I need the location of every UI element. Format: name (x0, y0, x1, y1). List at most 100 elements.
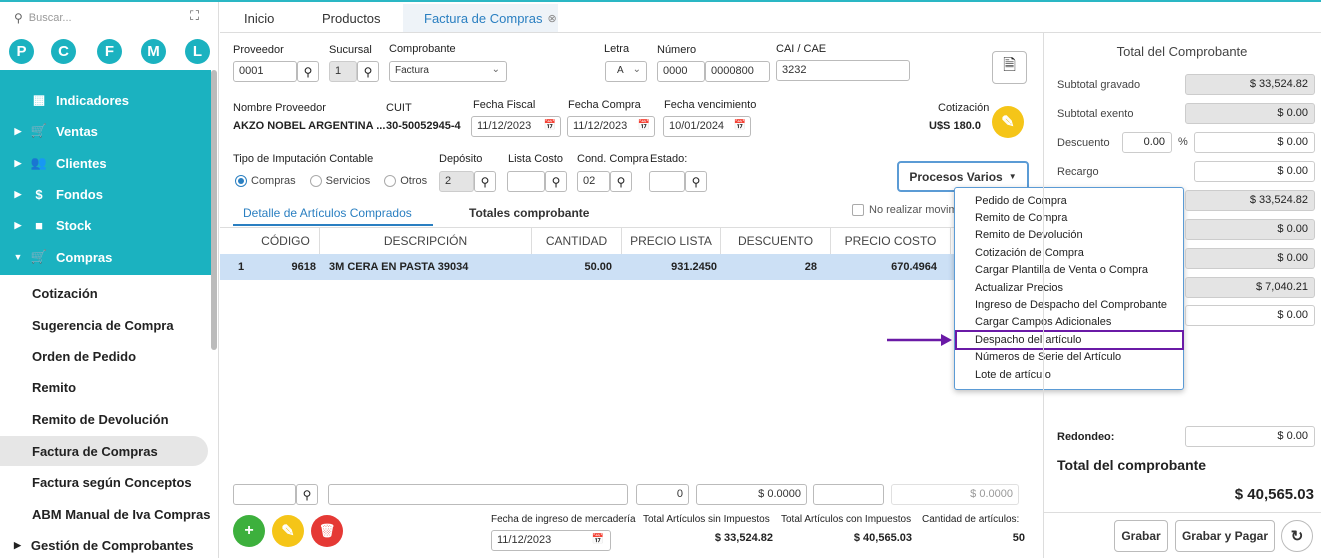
redondeo-input[interactable]: $ 0.00 (1185, 426, 1315, 447)
menu-cotizacion-compra[interactable]: Cotización de Compra (975, 247, 1084, 259)
menu-remito-devolucion[interactable]: Remito de Devolución (975, 229, 1083, 241)
delete-button[interactable]: 🗑 (311, 515, 343, 547)
fecha-fiscal-input[interactable]: 11/12/2023 📅 (471, 116, 561, 137)
numero-punto-input[interactable]: 0000 (657, 61, 705, 82)
calendar-icon[interactable]: 📅 (592, 534, 604, 545)
grabar-pagar-button[interactable]: Grabar y Pagar (1175, 520, 1275, 552)
search-deposito-button[interactable]: ⚲ (474, 171, 496, 192)
no-realizar-checkbox[interactable]: No realizar movim (852, 204, 958, 216)
menu-remito-compra[interactable]: Remito de Compra (975, 212, 1067, 224)
letra-select[interactable]: A ⌄ (605, 61, 647, 82)
calendar-icon[interactable]: 📅 (544, 120, 556, 131)
subtab-detalle[interactable]: Detalle de Artículos Comprados (243, 206, 412, 220)
cell-cantidad[interactable]: 50.00 (532, 255, 612, 279)
numero-input[interactable]: 0000800 (705, 61, 770, 82)
menu-cargar-plantilla[interactable]: Cargar Plantilla de Venta o Compra (975, 264, 1148, 276)
sub-factura-compras[interactable]: Factura de Compras (0, 436, 208, 466)
calendar-icon[interactable]: 📅 (734, 120, 746, 131)
sucursal-input[interactable]: 1 (329, 61, 357, 82)
menu-ingreso-despacho[interactable]: Ingreso de Despacho del Comprobante (975, 299, 1167, 311)
search-lista-button[interactable]: ⚲ (545, 171, 567, 192)
menu-pedido-compra[interactable]: Pedido de Compra (975, 195, 1067, 207)
sub-factura-conceptos[interactable]: Factura según Conceptos (0, 467, 211, 497)
col-descuento[interactable]: DESCUENTO (721, 228, 831, 254)
col-precio-costo[interactable]: PRECIO COSTO (831, 228, 951, 254)
fecha-vencimiento-input[interactable]: 10/01/2024 📅 (663, 116, 751, 137)
menu-despacho-articulo[interactable]: Despacho del artículo (975, 334, 1081, 346)
search-cond-button[interactable]: ⚲ (610, 171, 632, 192)
search-input[interactable]: Buscar... (29, 12, 72, 24)
nav-clientes[interactable]: ▶ 👥 Clientes (0, 148, 211, 178)
deposito-input[interactable]: 2 (439, 171, 474, 192)
tab-factura-compras[interactable]: Factura de Compras ⊗ (403, 4, 558, 32)
edit-button[interactable]: ✎ (272, 515, 304, 547)
recargo-input[interactable]: $ 0.00 (1194, 161, 1315, 182)
sub-cotizacion[interactable]: Cotización (0, 278, 211, 308)
col-codigo[interactable]: CÓDIGO (252, 228, 320, 254)
cell-precio-costo[interactable]: 670.4964 (831, 255, 937, 279)
shortcut-l[interactable]: L (185, 39, 210, 64)
footer-price-input[interactable]: $ 0.0000 (696, 484, 807, 505)
nav-fondos[interactable]: ▶ $ Fondos (0, 179, 211, 209)
cell-precio-lista[interactable]: 931.2450 (622, 255, 717, 279)
radio-servicios[interactable] (309, 175, 322, 187)
nav-stock[interactable]: ▶ ■ Stock (0, 210, 211, 240)
fecha-ingreso-input[interactable]: 11/12/2023 📅 (491, 530, 611, 551)
footer-discount-input[interactable] (813, 484, 884, 505)
search-sucursal-button[interactable]: ⚲ (357, 61, 379, 82)
sub-orden-pedido[interactable]: Orden de Pedido (0, 341, 211, 371)
document-button[interactable]: 🗎 (992, 51, 1027, 84)
radio-compras[interactable] (235, 175, 247, 187)
nav-compras[interactable]: ▼ 🛒 Compras (0, 242, 211, 272)
sidebar-scrollbar[interactable] (211, 70, 217, 350)
add-button[interactable]: + (233, 515, 265, 547)
fecha-compra-input[interactable]: 11/12/2023 📅 (567, 116, 655, 137)
refresh-button[interactable]: ↻ (1281, 520, 1313, 552)
col-cantidad[interactable]: CANTIDAD (532, 228, 622, 254)
cell-descripcion[interactable]: 3M CERA EN PASTA 39034 (329, 255, 468, 279)
footer-description-input[interactable] (328, 484, 628, 505)
grabar-button[interactable]: Grabar (1114, 520, 1168, 552)
sub-sugerencia[interactable]: Sugerencia de Compra (0, 310, 211, 340)
menu-actualizar-precios[interactable]: Actualizar Precios (975, 282, 1063, 294)
search-proveedor-button[interactable]: ⚲ (297, 61, 319, 82)
cell-codigo[interactable]: 9618 (252, 255, 316, 279)
search-box[interactable]: ⚲ Buscar... (14, 11, 72, 25)
cond-compra-input[interactable]: 02 (577, 171, 610, 192)
sub-remito-devolucion[interactable]: Remito de Devolución (0, 404, 211, 434)
close-icon[interactable]: ⊗ (548, 12, 557, 25)
sub-remito[interactable]: Remito (0, 372, 211, 402)
shortcut-p[interactable]: P (9, 39, 34, 64)
calendar-icon[interactable]: 📅 (638, 120, 650, 131)
lista-costo-input[interactable] (507, 171, 545, 192)
tab-productos[interactable]: Productos (322, 4, 381, 32)
cai-input[interactable]: 3232 (776, 60, 910, 81)
tab-inicio[interactable]: Inicio (244, 4, 274, 32)
menu-numeros-serie[interactable]: Números de Serie del Artículo (975, 351, 1121, 363)
comprobante-select[interactable]: Factura ⌄ (389, 61, 507, 82)
proveedor-input[interactable]: 0001 (233, 61, 297, 82)
cell-descuento[interactable]: 28 (721, 255, 817, 279)
shortcut-f[interactable]: F (97, 39, 122, 64)
sub-abm-iva[interactable]: ABM Manual de Iva Compras (0, 499, 211, 529)
sub-gestion[interactable]: ▶ Gestión de Comprobantes (0, 530, 211, 558)
subtab-totales[interactable]: Totales comprobante (469, 206, 589, 220)
radio-otros[interactable] (384, 175, 397, 187)
shortcut-m[interactable]: M (141, 39, 166, 64)
descuento-value-input[interactable]: $ 0.00 (1194, 132, 1315, 153)
total-value-9[interactable]: $ 0.00 (1185, 305, 1315, 326)
nav-ventas[interactable]: ▶ 🛒 Ventas (0, 116, 211, 146)
search-estado-button[interactable]: ⚲ (685, 171, 707, 192)
descuento-pct-input[interactable]: 0.00 (1122, 132, 1172, 153)
shortcut-c[interactable]: C (51, 39, 76, 64)
col-descripcion[interactable]: DESCRIPCIÓN (320, 228, 532, 254)
nav-indicadores[interactable]: ▦ Indicadores (0, 85, 211, 115)
footer-code-input[interactable] (233, 484, 296, 505)
expand-icon[interactable]: ⛶ (190, 8, 199, 24)
checkbox-box[interactable] (852, 204, 864, 216)
col-precio-lista[interactable]: PRECIO LISTA (622, 228, 721, 254)
footer-qty-input[interactable]: 0 (636, 484, 689, 505)
footer-search-button[interactable]: ⚲ (296, 484, 318, 505)
edit-cotizacion-button[interactable]: ✎ (992, 106, 1024, 138)
menu-lote-articulo[interactable]: Lote de artículo (975, 369, 1051, 381)
